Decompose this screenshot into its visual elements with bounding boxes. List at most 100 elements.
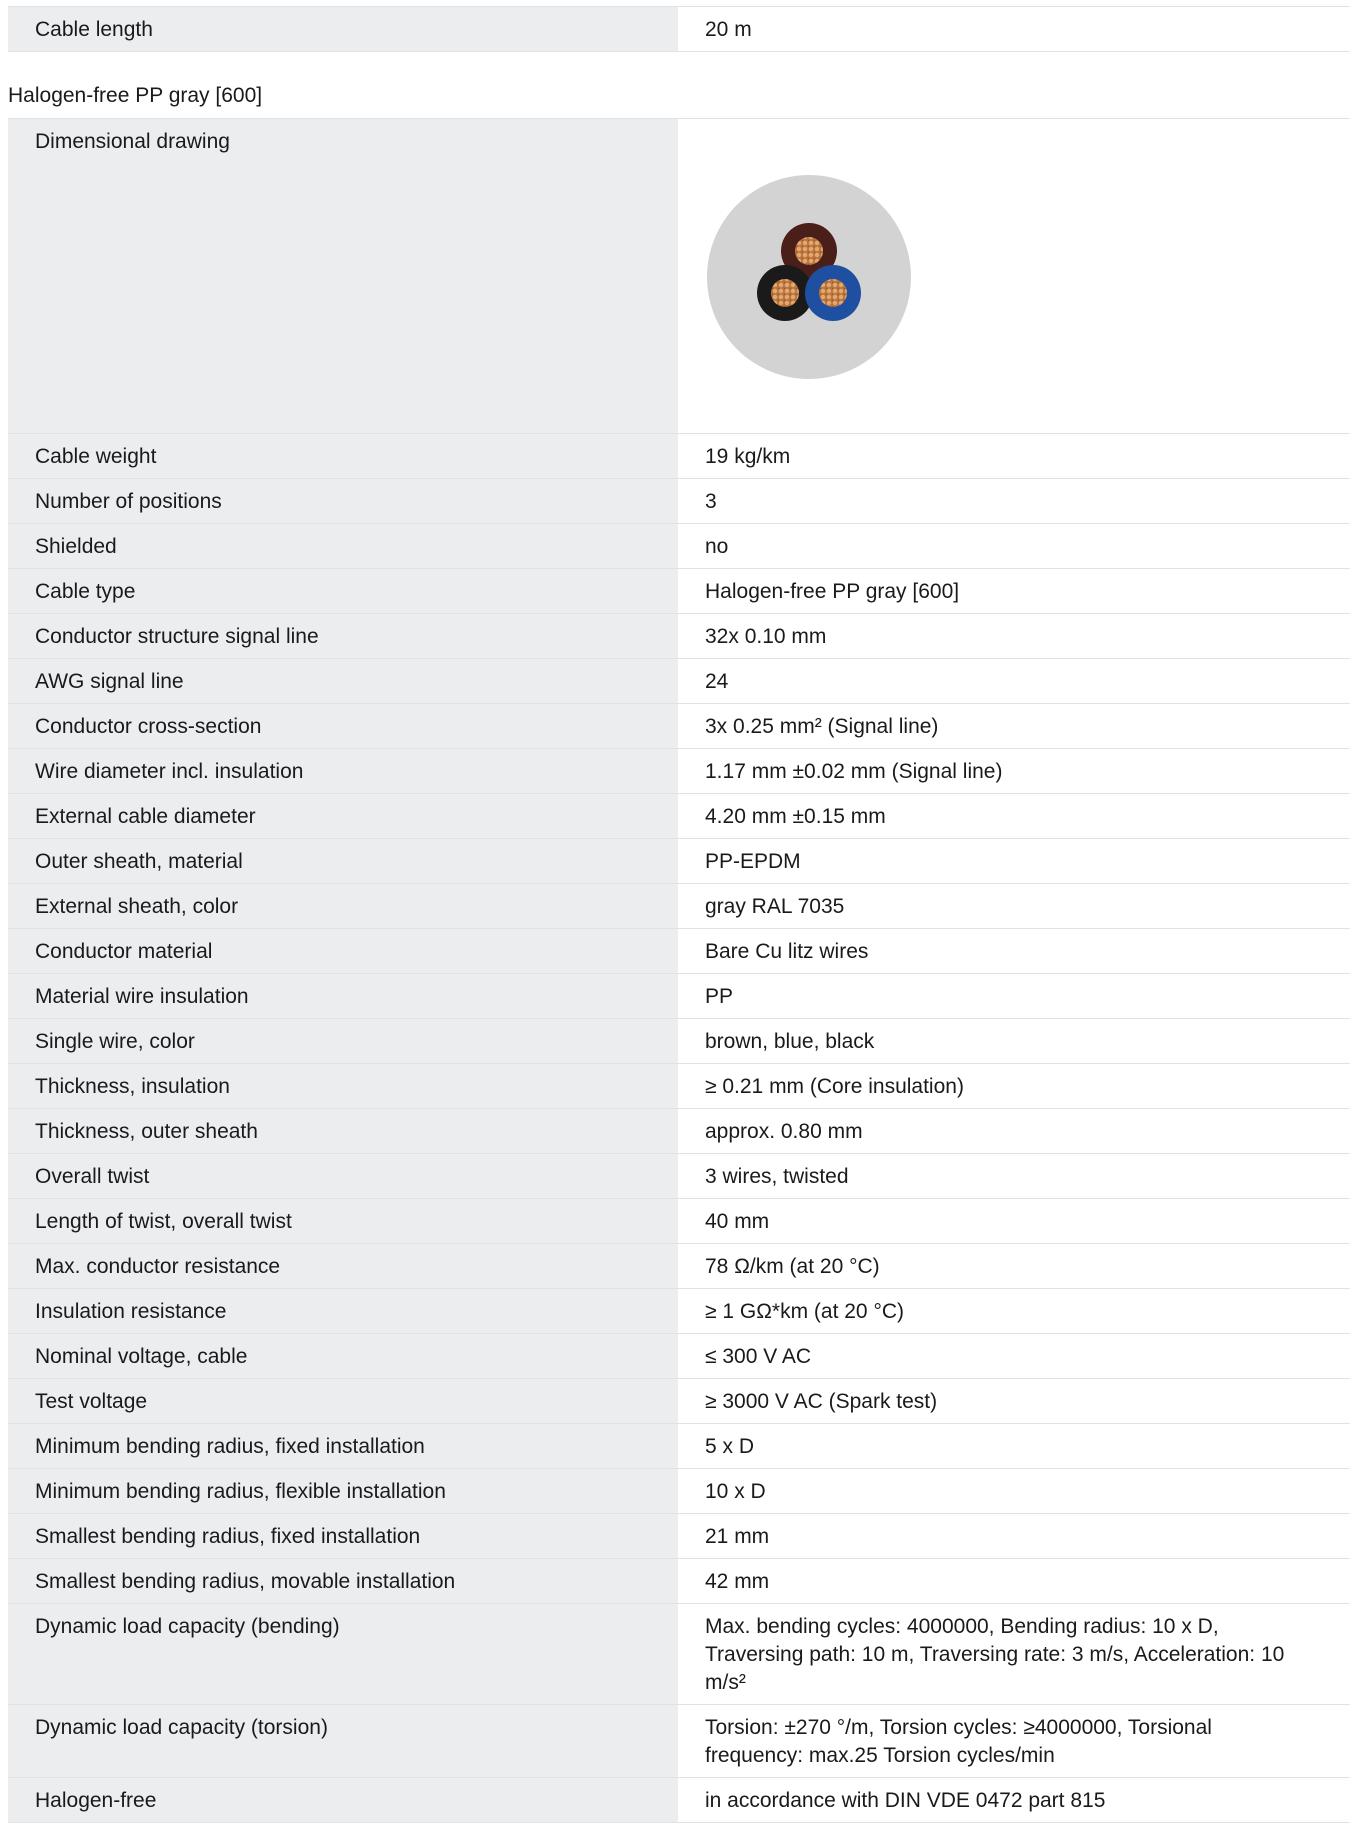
drawing-row: Dimensional drawing [8, 119, 1350, 434]
spec-row: Smallest bending radius, fixed installat… [8, 1513, 1350, 1559]
spec-value: Bare Cu litz wires [678, 928, 1350, 974]
spec-value: gray RAL 7035 [678, 883, 1350, 929]
spec-label: Wire diameter incl. insulation [8, 748, 678, 794]
spec-row: Conductor cross-section 3x 0.25 mm² (Sign… [8, 703, 1350, 749]
spec-value: 20 m [678, 6, 1350, 52]
spec-value: 32x 0.10 mm [678, 613, 1350, 659]
wire-brown-core [795, 237, 823, 265]
spec-row: Cable type Halogen-free PP gray [600] [8, 568, 1350, 614]
spec-row: Conductor structure signal line 32x 0.10 … [8, 613, 1350, 659]
spec-label: Conductor cross-section [8, 703, 678, 749]
spec-label: Shielded [8, 523, 678, 569]
spec-value: 21 mm [678, 1513, 1350, 1559]
spec-label: Dynamic load capacity (torsion) [8, 1704, 678, 1778]
spec-row: Halogen-free in accordance with DIN VDE 0… [8, 1777, 1350, 1823]
spec-row: Length of twist, overall twist 40 mm [8, 1198, 1350, 1244]
spec-row: External cable diameter 4.20 mm ±0.15 mm [8, 793, 1350, 839]
spec-value: 19 kg/km [678, 433, 1350, 479]
spec-value: brown, blue, black [678, 1018, 1350, 1064]
spec-row: Insulation resistance ≥ 1 GΩ*km (at 20 °C… [8, 1288, 1350, 1334]
spec-row: Number of positions 3 [8, 478, 1350, 524]
spec-label: Cable length [8, 6, 678, 52]
spec-label: Test voltage [8, 1378, 678, 1424]
section-title: Halogen-free PP gray [600] [8, 74, 1350, 119]
spec-value: 42 mm [678, 1558, 1350, 1604]
spec-row: Minimum bending radius, fixed installati… [8, 1423, 1350, 1469]
spec-value: Halogen-free PP gray [600] [678, 568, 1350, 614]
spec-row: Material wire insulation PP [8, 973, 1350, 1019]
spec-label: Minimum bending radius, fixed installati… [8, 1423, 678, 1469]
spec-label: Conductor material [8, 928, 678, 974]
drawing-label: Dimensional drawing [8, 119, 678, 434]
wire-black-core [771, 279, 799, 307]
spec-label: Max. conductor resistance [8, 1243, 678, 1289]
spec-label: Nominal voltage, cable [8, 1333, 678, 1379]
spec-label: Dynamic load capacity (bending) [8, 1603, 678, 1705]
spec-row: Cable weight 19 kg/km [8, 433, 1350, 479]
spec-row: Minimum bending radius, flexible install… [8, 1468, 1350, 1514]
spec-label: Outer sheath, material [8, 838, 678, 884]
spec-row: Conductor material Bare Cu litz wires [8, 928, 1350, 974]
spec-row: AWG signal line 24 [8, 658, 1350, 704]
spec-value: ≥ 1 GΩ*km (at 20 °C) [678, 1288, 1350, 1334]
spec-value: 3 wires, twisted [678, 1153, 1350, 1199]
spec-label: Single wire, color [8, 1018, 678, 1064]
spec-value: PP [678, 973, 1350, 1019]
spec-value: 24 [678, 658, 1350, 704]
spec-label: Overall twist [8, 1153, 678, 1199]
spec-value: 10 x D [678, 1468, 1350, 1514]
spec-label: AWG signal line [8, 658, 678, 704]
spec-row: Wire diameter incl. insulation 1.17 mm ±0… [8, 748, 1350, 794]
spec-value: in accordance with DIN VDE 0472 part 815 [678, 1777, 1350, 1823]
spec-label: Insulation resistance [8, 1288, 678, 1334]
spec-value: 1.17 mm ±0.02 mm (Signal line) [678, 748, 1350, 794]
spec-label: Thickness, outer sheath [8, 1108, 678, 1154]
spec-row: Overall twist 3 wires, twisted [8, 1153, 1350, 1199]
spec-value: 78 Ω/km (at 20 °C) [678, 1243, 1350, 1289]
spec-value: ≥ 3000 V AC (Spark test) [678, 1378, 1350, 1424]
spec-row: Outer sheath, material PP-EPDM [8, 838, 1350, 884]
spec-label: Smallest bending radius, fixed installat… [8, 1513, 678, 1559]
spec-label: Conductor structure signal line [8, 613, 678, 659]
spec-row: Cable length 20 m [8, 6, 1350, 52]
spec-label: External cable diameter [8, 793, 678, 839]
spec-row: External sheath, color gray RAL 7035 [8, 883, 1350, 929]
spec-value: ≤ 300 V AC [678, 1333, 1350, 1379]
spec-label: Thickness, insulation [8, 1063, 678, 1109]
wire-blue-core [819, 279, 847, 307]
spec-label: Length of twist, overall twist [8, 1198, 678, 1244]
spec-label: Material wire insulation [8, 973, 678, 1019]
top-spec-table: Cable length 20 m [8, 6, 1350, 52]
cable-cross-section-drawing [707, 175, 911, 379]
spec-row: Nominal voltage, cable ≤ 300 V AC [8, 1333, 1350, 1379]
spec-value: 40 mm [678, 1198, 1350, 1244]
section-spec-table: Dimensional drawing Cable weight 19 kg/km… [8, 119, 1350, 1823]
spec-value: Torsion: ±270 °/m, Torsion cycles: ≥4000… [678, 1704, 1350, 1778]
spec-value: 3x 0.25 mm² (Signal line) [678, 703, 1350, 749]
spec-value: PP-EPDM [678, 838, 1350, 884]
spec-label: Number of positions [8, 478, 678, 524]
spec-value: approx. 0.80 mm [678, 1108, 1350, 1154]
spec-value: 5 x D [678, 1423, 1350, 1469]
spec-value: no [678, 523, 1350, 569]
spec-row: Shielded no [8, 523, 1350, 569]
spec-row: Dynamic load capacity (torsion) Torsion: … [8, 1704, 1350, 1778]
spec-label: Cable type [8, 568, 678, 614]
spec-label: Halogen-free [8, 1777, 678, 1823]
spec-row: Test voltage ≥ 3000 V AC (Spark test) [8, 1378, 1350, 1424]
spec-label: Smallest bending radius, movable install… [8, 1558, 678, 1604]
spec-row: Single wire, color brown, blue, black [8, 1018, 1350, 1064]
spec-label: Cable weight [8, 433, 678, 479]
spec-container: Cable length 20 m Halogen-free PP gray [6… [8, 0, 1350, 1823]
spec-label: External sheath, color [8, 883, 678, 929]
spec-value: 3 [678, 478, 1350, 524]
spec-row: Dynamic load capacity (bending) Max. bend… [8, 1603, 1350, 1705]
spec-label: Minimum bending radius, flexible install… [8, 1468, 678, 1514]
spec-row: Thickness, outer sheath approx. 0.80 mm [8, 1108, 1350, 1154]
spec-value: Max. bending cycles: 4000000, Bending ra… [678, 1603, 1350, 1705]
spec-row: Smallest bending radius, movable install… [8, 1558, 1350, 1604]
spec-row: Thickness, insulation ≥ 0.21 mm (Core ins… [8, 1063, 1350, 1109]
spec-value: 4.20 mm ±0.15 mm [678, 793, 1350, 839]
spec-row: Max. conductor resistance 78 Ω/km (at 20 … [8, 1243, 1350, 1289]
spec-value: ≥ 0.21 mm (Core insulation) [678, 1063, 1350, 1109]
